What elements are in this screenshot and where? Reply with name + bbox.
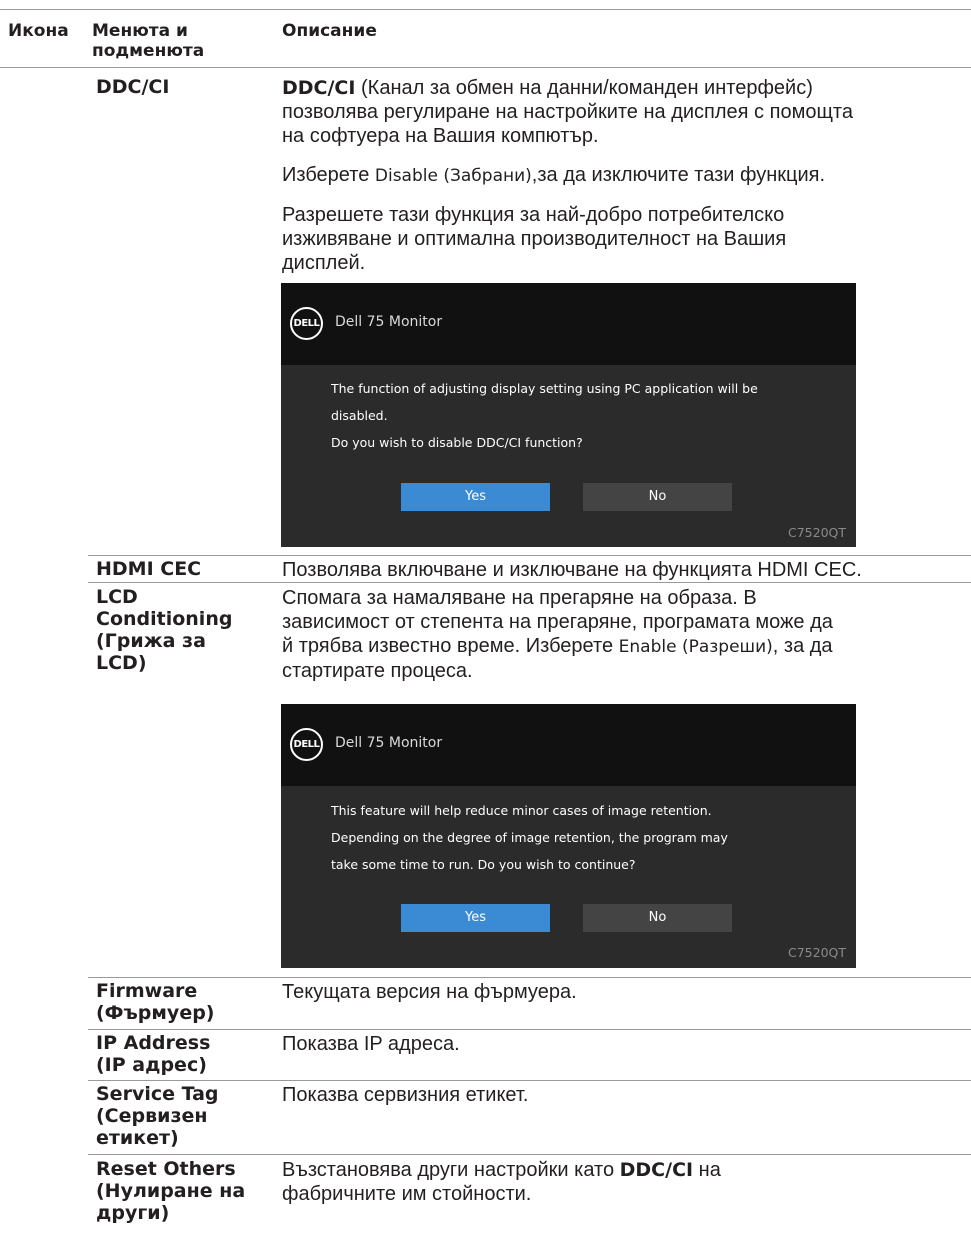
service-tag-description: Показва сервизния етикет.	[282, 1084, 529, 1106]
menu-line: (Фърмуер)	[96, 1002, 215, 1024]
menu-line: Conditioning	[96, 608, 233, 630]
menu-line: Reset Others	[96, 1158, 236, 1180]
menu-line: (IP адрес)	[96, 1054, 207, 1076]
menu-hdmi-cec: HDMI CEC	[96, 558, 202, 580]
desc-line: дисплей.	[282, 252, 366, 274]
menu-lcd-conditioning: LCD Conditioning (Грижа за LCD)	[96, 586, 232, 674]
menu-service-tag: Service Tag (Сервизен етикет)	[96, 1083, 219, 1149]
firmware-description: Текущата версия на фърмуера.	[282, 981, 577, 1003]
yes-button[interactable]: Yes	[401, 904, 550, 932]
desc-line: на софтуера на Вашия компютър.	[282, 125, 599, 147]
menu-line: Firmware	[96, 980, 198, 1002]
menu-line: Service Tag	[96, 1083, 219, 1105]
enable-option: Enable (Разреши)	[618, 637, 773, 657]
menu-firmware: Firmware (Фърмуер)	[96, 980, 215, 1024]
row-rule	[88, 1029, 971, 1030]
lcd-osd-dialog: DELL Dell 75 Monitor This feature will h…	[281, 704, 856, 968]
dell-logo-icon: DELL	[290, 728, 323, 761]
menu-line: LCD)	[96, 652, 147, 674]
dialog-message-line: Do you wish to disable DDC/CI function?	[331, 435, 583, 450]
dialog-message-line: The function of adjusting display settin…	[331, 381, 758, 396]
row-rule	[88, 555, 971, 556]
ddcci-enable-note: Разрешете тази функция за най-добро потр…	[282, 203, 786, 275]
menu-ip-address: IP Address (IP адрес)	[96, 1032, 210, 1076]
header-description-column: Описание	[282, 21, 377, 41]
lcd-conditioning-description: Спомага за намаляване на прегаряне на об…	[282, 586, 833, 683]
desc-text: ,за да изключите тази функция.	[531, 164, 826, 186]
row-rule	[88, 1080, 971, 1081]
dialog-message-line: Depending on the degree of image retenti…	[331, 830, 728, 845]
dialog-model-name: Dell 75 Monitor	[335, 735, 443, 751]
desc-line: стартирате процеса.	[282, 660, 473, 682]
menu-line: (Грижа за	[96, 630, 206, 652]
row-rule	[88, 1154, 971, 1155]
desc-text: й трябва известно време. Изберете	[282, 635, 619, 657]
menu-ddcci: DDC/CI	[96, 76, 170, 98]
ddcci-disable-note: Изберете Disable (Забрани),за да изключи…	[282, 163, 825, 188]
top-rule	[0, 9, 971, 10]
header-menu-line: Менюта и	[92, 21, 188, 41]
dialog-message-line: This feature will help reduce minor case…	[331, 803, 712, 818]
desc-line: фабричните им стойности.	[282, 1183, 532, 1205]
row-rule	[88, 977, 971, 978]
ddcci-bold: DDC/CI	[282, 77, 356, 99]
desc-text: Изберете	[282, 164, 375, 186]
dialog-message-line: disabled.	[331, 408, 388, 423]
desc-text: , за да	[772, 635, 833, 657]
row-rule	[88, 582, 971, 583]
dialog-message-line: take some time to run. Do you wish to co…	[331, 857, 636, 872]
menu-line: LCD	[96, 586, 138, 608]
desc-line: Разрешете тази функция за най-добро потр…	[282, 204, 785, 226]
no-button[interactable]: No	[583, 904, 732, 932]
no-button[interactable]: No	[583, 483, 732, 511]
ddcci-osd-dialog: DELL Dell 75 Monitor The function of adj…	[281, 283, 856, 547]
ip-address-description: Показва IP адреса.	[282, 1033, 460, 1055]
dialog-model-code: C7520QT	[787, 945, 846, 960]
desc-line: й трябва известно време. Изберете Enable…	[282, 634, 833, 659]
ddcci-description: DDC/CI (Канал за обмен на данни/команден…	[282, 76, 853, 148]
menu-line: други)	[96, 1202, 170, 1224]
header-rule	[0, 67, 971, 68]
desc-line: зависимост от степента на прегаряне, про…	[282, 611, 833, 633]
desc-line: Възстановява други настройки като DDC/CI…	[282, 1158, 721, 1182]
menu-line: (Сервизен	[96, 1105, 208, 1127]
menu-line: IP Address	[96, 1032, 211, 1054]
dialog-model-name: Dell 75 Monitor	[335, 314, 443, 330]
desc-line: DDC/CI (Канал за обмен на данни/команден…	[282, 76, 853, 100]
desc-line: позволява регулиране на настройките на д…	[282, 101, 853, 123]
yes-button[interactable]: Yes	[401, 483, 550, 511]
menu-reset-others: Reset Others (Нулиране на други)	[96, 1158, 245, 1224]
desc-text: (Канал за обмен на данни/команден интерф…	[355, 77, 813, 99]
menu-line: етикет)	[96, 1127, 179, 1149]
header-menu-line: подменюта	[92, 41, 205, 61]
desc-line: Спомага за намаляване на прегаряне на об…	[282, 587, 757, 609]
dell-logo-icon: DELL	[290, 307, 323, 340]
header-icon-column: Икона	[8, 21, 69, 41]
menu-line: (Нулиране на	[96, 1180, 246, 1202]
dialog-model-code: C7520QT	[787, 525, 846, 540]
reset-others-description: Възстановява други настройки като DDC/CI…	[282, 1158, 721, 1206]
desc-line: изживяване и оптимална производителност …	[282, 228, 787, 250]
disable-option: Disable (Забрани)	[374, 166, 532, 186]
desc-text: на	[693, 1159, 721, 1181]
hdmi-cec-description: Позволява включване и изключване на функ…	[282, 559, 862, 581]
header-menu-column: Менюта и подменюта	[92, 21, 204, 61]
desc-text: Възстановява други настройки като	[282, 1159, 620, 1181]
ddcci-bold: DDC/CI	[619, 1159, 694, 1181]
